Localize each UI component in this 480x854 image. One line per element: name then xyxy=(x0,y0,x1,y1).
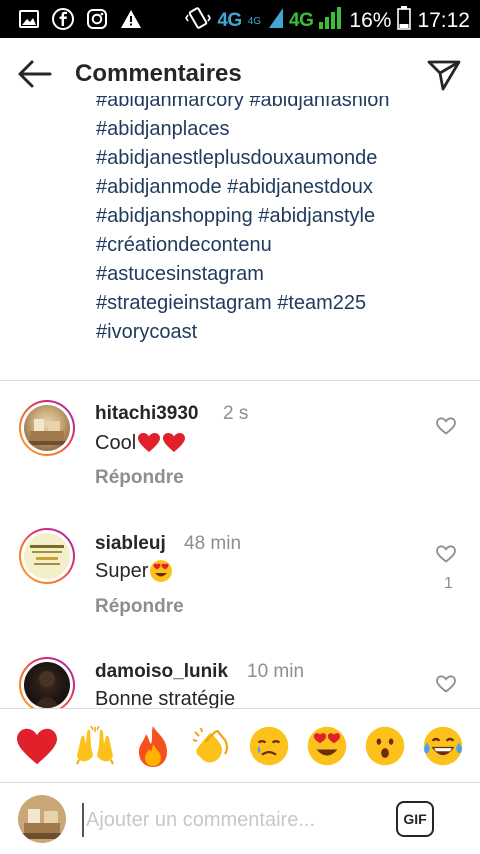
comments-list: hitachi3930 2 s Cool Répondre siableuj 4… xyxy=(0,381,480,708)
comment-time: 48 min xyxy=(184,533,242,554)
battery-icon xyxy=(397,6,412,36)
astonished-face-icon[interactable] xyxy=(362,723,408,769)
caption-hashtag-line: #abidjanshopping #abidjanstyle xyxy=(96,205,376,227)
fire-icon[interactable] xyxy=(130,723,176,769)
comment-time: 2 s xyxy=(223,403,249,424)
comment-item: siableuj 48 min Super Répondre 1 xyxy=(0,511,480,631)
red-heart-icon xyxy=(162,431,186,455)
warning-icon xyxy=(120,8,142,30)
avatar-image xyxy=(24,405,70,451)
comment-username[interactable]: hitachi3930 xyxy=(95,403,199,425)
like-heart-icon[interactable] xyxy=(436,417,458,437)
caption-hashtag-line: #abidjanestleplusdouxaumonde xyxy=(96,147,378,169)
vibrate-icon xyxy=(185,6,212,36)
gallery-icon xyxy=(18,8,40,30)
clapping-hands-icon[interactable] xyxy=(188,723,234,769)
network-4g-sup-label: 4G xyxy=(247,15,262,27)
crying-face-icon[interactable] xyxy=(246,723,292,769)
like-count: 1 xyxy=(444,575,453,592)
back-arrow-icon[interactable] xyxy=(16,58,56,90)
gif-label: GIF xyxy=(403,811,427,827)
raising-hands-icon[interactable] xyxy=(72,723,118,769)
comment-text: Bonne stratégie xyxy=(95,688,235,708)
facebook-icon xyxy=(52,8,74,30)
comment-time: 10 min xyxy=(247,661,305,682)
comment-item: damoiso_lunik 10 min Bonne stratégie xyxy=(0,640,480,708)
battery-percent: 16% xyxy=(349,9,392,32)
avatar[interactable] xyxy=(19,528,75,584)
caption-hashtag-line: #abidjanmode #abidjanestdoux xyxy=(96,176,373,198)
comment-item: hitachi3930 2 s Cool Répondre xyxy=(0,381,480,501)
comment-text-content: Bonne stratégie xyxy=(95,688,236,708)
send-icon[interactable] xyxy=(426,56,462,92)
signal-icon-2 xyxy=(319,7,343,35)
reply-button[interactable]: Répondre xyxy=(95,596,184,618)
signal-icon-1 xyxy=(269,8,284,34)
comment-text-content: Super xyxy=(95,559,149,582)
comment-input[interactable] xyxy=(82,803,382,837)
heart-eyes-icon xyxy=(149,559,173,583)
like-heart-icon[interactable] xyxy=(436,545,458,565)
network-4g-label: 4G xyxy=(217,10,242,31)
comment-text: Super xyxy=(95,559,173,583)
gif-button[interactable]: GIF xyxy=(396,801,434,837)
red-heart-icon[interactable] xyxy=(14,723,60,769)
comment-composer: GIF xyxy=(0,782,480,854)
caption-hashtag-line: #astucesinstagram xyxy=(96,263,264,285)
avatar[interactable] xyxy=(19,657,75,708)
caption-hashtag-line: #strategieinstagram #team225 xyxy=(96,292,367,314)
caption-hashtag-line: #ivorycoast xyxy=(96,321,198,343)
heart-eyes-icon[interactable] xyxy=(304,723,350,769)
avatar[interactable] xyxy=(19,400,75,456)
caption-hashtag-line: #abidjanplaces xyxy=(96,118,230,140)
comment-username[interactable]: siableuj xyxy=(95,533,166,555)
caption-hashtag-line: #créationdecontenu xyxy=(96,234,272,256)
comment-text: Cool xyxy=(95,431,186,455)
caption-hashtag-line: #abidjanmarcory #abidjanfashion xyxy=(96,96,390,111)
comment-username[interactable]: damoiso_lunik xyxy=(95,661,228,683)
tears-of-joy-icon[interactable] xyxy=(420,723,466,769)
instagram-icon xyxy=(86,8,108,30)
status-bar: 4G 4G 4G 16% 17:12 xyxy=(0,0,480,38)
avatar-image xyxy=(24,533,70,579)
clock: 17:12 xyxy=(417,9,470,32)
my-avatar xyxy=(18,795,66,843)
like-heart-icon[interactable] xyxy=(436,675,458,695)
network-4g-green-label: 4G xyxy=(289,10,314,31)
avatar-image xyxy=(24,662,70,708)
comment-text-content: Cool xyxy=(95,431,137,454)
red-heart-icon xyxy=(137,431,161,455)
page-title: Commentaires xyxy=(75,60,242,87)
emoji-quick-bar xyxy=(0,708,480,782)
reply-button[interactable]: Répondre xyxy=(95,467,184,489)
post-caption: #abidjanmarcory #abidjanfashion #abidjan… xyxy=(0,96,480,378)
